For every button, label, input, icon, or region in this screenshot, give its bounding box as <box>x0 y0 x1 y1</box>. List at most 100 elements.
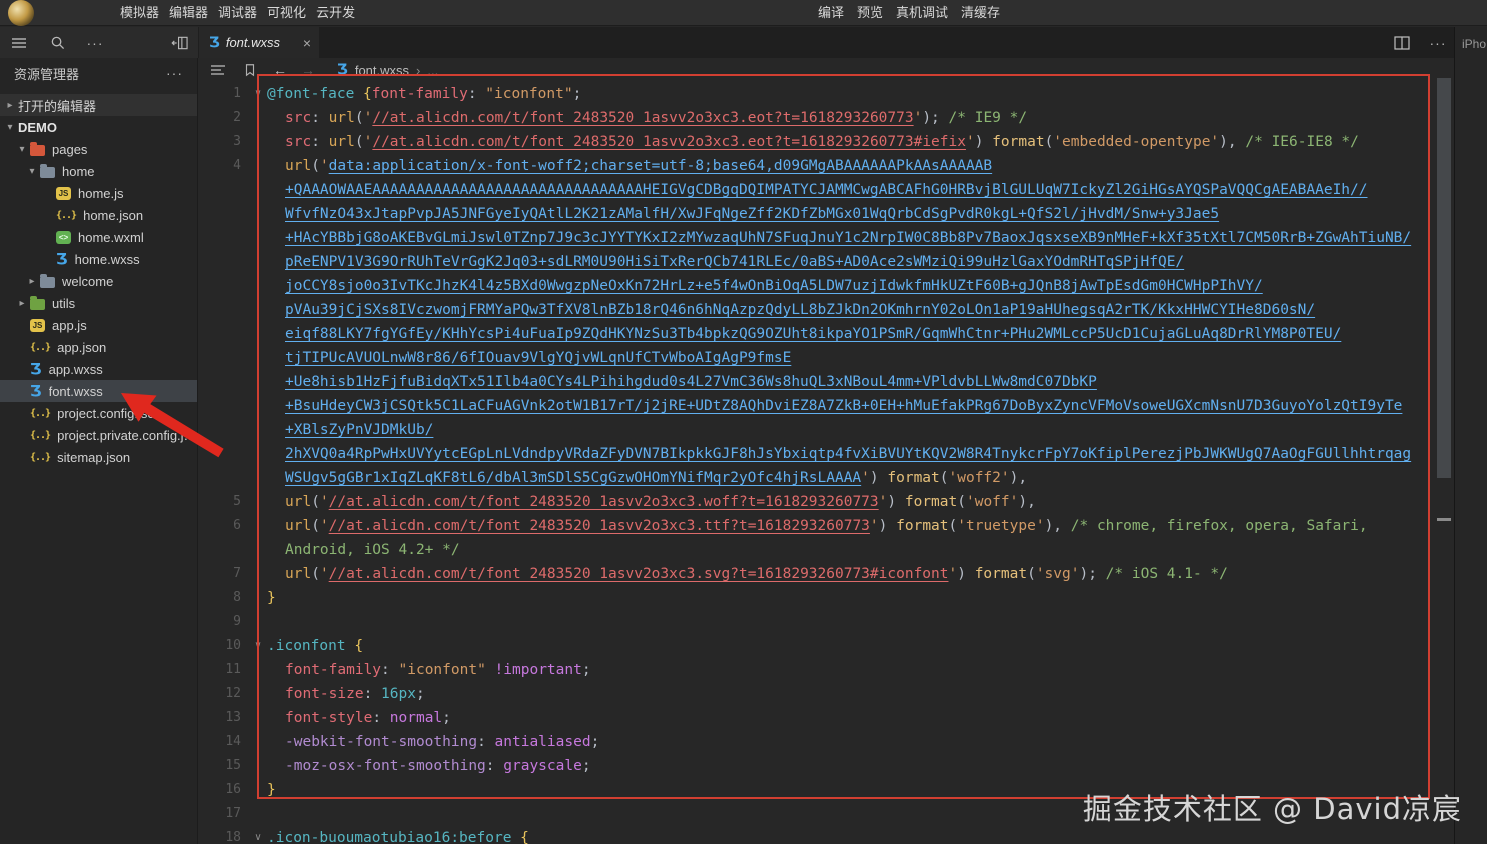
fold-spacer <box>249 538 267 562</box>
tree-item-home.json[interactable]: {..}home.json <box>0 204 197 226</box>
navigate-forward-icon[interactable]: → <box>301 62 315 78</box>
tree-item-welcome[interactable]: ▸welcome <box>0 270 197 292</box>
list-icon[interactable] <box>10 34 28 52</box>
token-lb: +Ue8hisb1HzFjfuBidqXTx51Ilb4a0CYs4LPihih… <box>285 374 1097 390</box>
code-row[interactable]: +Ue8hisb1HzFjfuBidqXTx51Ilb4a0CYs4LPihih… <box>199 370 1454 394</box>
menu-item-模拟器[interactable]: 模拟器 <box>120 0 159 26</box>
code-row[interactable]: 5url('//at.alicdn.com/t/font_2483520_1as… <box>199 490 1454 514</box>
code-row[interactable]: 7url('//at.alicdn.com/t/font_2483520_1as… <box>199 562 1454 586</box>
code-row[interactable]: joCCY8sjo0o3IvTKcJhzK4l4z5BXd0WwgzpNeOxK… <box>199 274 1454 298</box>
code-row[interactable]: 13font-style: normal; <box>199 706 1454 730</box>
tree-item-pages[interactable]: ▾pages <box>0 138 197 160</box>
code-row[interactable]: WfvfNzO43xJtapPvpJA5JNFGyeIyQAtlL2K21zAM… <box>199 202 1454 226</box>
tree-item-app.json[interactable]: {..}app.json <box>0 336 197 358</box>
fold-icon[interactable]: ∨ <box>249 82 267 106</box>
tree-item-打开的编辑器[interactable]: ▸打开的编辑器 <box>0 94 197 116</box>
code-text: +Ue8hisb1HzFjfuBidqXTx51Ilb4a0CYs4LPihih… <box>267 370 1097 394</box>
code-row[interactable]: 10∨.iconfont { <box>199 634 1454 658</box>
code-row[interactable]: +BsuHdeyCW3jCSQtk5C1LaCFuAGVnk2otW1B17rT… <box>199 394 1454 418</box>
menu-item-调试器[interactable]: 调试器 <box>218 0 257 26</box>
code-row[interactable]: 18∨.icon-buoumaotubiao16:before { <box>199 826 1454 844</box>
wxml-file-icon: <> <box>56 231 71 244</box>
code-row[interactable]: 9 <box>199 610 1454 634</box>
code-row[interactable]: 3src: url('//at.alicdn.com/t/font_248352… <box>199 130 1454 154</box>
fold-spacer <box>249 754 267 778</box>
code-editor[interactable]: 1∨@font-face {font-family: "iconfont";2s… <box>199 82 1454 844</box>
tree-item-home.wxml[interactable]: <>home.wxml <box>0 226 197 248</box>
vertical-scrollbar[interactable] <box>1437 78 1451 478</box>
chevron-icon[interactable]: ▸ <box>14 298 30 309</box>
wechat-devtools-window: 模拟器编辑器调试器可视化云开发 编译预览真机调试清缓存 ··· Ʒ font.w… <box>0 0 1487 844</box>
breadcrumb-tail[interactable]: ... <box>427 63 438 78</box>
code-row[interactable]: 11font-family: "iconfont" !important; <box>199 658 1454 682</box>
code-row[interactable]: eiqf88LKY7fgYGfEy/KHhYcsPi4uFuaIp9ZQdHKY… <box>199 322 1454 346</box>
code-row[interactable]: +XBlsZyPnVJDMkUb/ <box>199 418 1454 442</box>
menu-item-真机调试[interactable]: 真机调试 <box>896 0 948 26</box>
token-lb: +HAcYBBbjG8oAKEBvGLmiJswl0TZnp7J9c3cJYYT… <box>285 230 1411 246</box>
menu-item-预览[interactable]: 预览 <box>857 0 883 26</box>
menu-item-编译[interactable]: 编译 <box>818 0 844 26</box>
code-row[interactable]: 2hXVQ0a4RpPwHxUVYytcEGpLnLVdndpyVRdaZFyD… <box>199 442 1454 466</box>
tree-item-app.wxss[interactable]: Ʒapp.wxss <box>0 358 197 380</box>
tree-item-home.js[interactable]: JShome.js <box>0 182 197 204</box>
explorer-more-icon[interactable]: ··· <box>166 64 183 82</box>
code-row[interactable]: pReENPV1V3G9OrRUhTeVrGgK2Jq03+sdLRM0U90H… <box>199 250 1454 274</box>
menu-item-云开发[interactable]: 云开发 <box>316 0 355 26</box>
device-selector-label[interactable]: iPho <box>1462 37 1486 51</box>
code-row[interactable]: tjTIPUcAVUOLnwW8r86/6fIOuav9VlgYQjvWLqnU… <box>199 346 1454 370</box>
chevron-icon[interactable]: ▾ <box>14 144 30 155</box>
explorer-header: 资源管理器 ··· <box>0 58 197 88</box>
code-row[interactable]: +HAcYBBbjG8oAKEBvGLmiJswl0TZnp7J9c3cJYYT… <box>199 226 1454 250</box>
tree-item-project.config.json[interactable]: {..}project.config.json <box>0 402 197 424</box>
chevron-icon[interactable]: ▾ <box>24 166 40 177</box>
code-row[interactable]: 12font-size: 16px; <box>199 682 1454 706</box>
token-pu: ; <box>591 734 600 750</box>
tree-item-utils[interactable]: ▸ utils <box>0 292 197 314</box>
code-row[interactable]: 2src: url('//at.alicdn.com/t/font_248352… <box>199 106 1454 130</box>
code-row[interactable]: pVAu39jCjSXs8IVczwomjFRMYaPQw3TfXV8lnBZb… <box>199 298 1454 322</box>
token-pu: : <box>311 110 328 126</box>
fold-icon[interactable]: ∨ <box>249 826 267 844</box>
code-row[interactable]: 4url('data:application/x-font-woff2;char… <box>199 154 1454 178</box>
more-actions-icon[interactable]: ··· <box>86 34 104 52</box>
chevron-icon[interactable]: ▾ <box>2 122 18 133</box>
code-row[interactable]: 6url('//at.alicdn.com/t/font_2483520_1as… <box>199 514 1454 538</box>
code-row[interactable]: WSUgv5gGBr1xIqZLqKF8tL6/dbAl3mSDlS5CgGzw… <box>199 466 1454 490</box>
line-number <box>199 274 249 298</box>
search-icon[interactable] <box>48 34 66 52</box>
collapse-sidebar-icon[interactable] <box>170 34 188 52</box>
tree-item-app.js[interactable]: JSapp.js <box>0 314 197 336</box>
breadcrumb-file[interactable]: font.wxss <box>355 63 409 78</box>
code-row[interactable]: 15-moz-osx-font-smoothing: grayscale; <box>199 754 1454 778</box>
code-row[interactable]: 1∨@font-face {font-family: "iconfont"; <box>199 82 1454 106</box>
menu-item-编辑器[interactable]: 编辑器 <box>169 0 208 26</box>
navigate-back-icon[interactable]: ← <box>273 62 287 78</box>
tree-item-font.wxss[interactable]: Ʒfont.wxss <box>0 380 197 402</box>
breadcrumb[interactable]: Ʒ font.wxss › ... <box>337 62 438 78</box>
tab-close-icon[interactable]: × <box>303 35 311 51</box>
tree-item-label: utils <box>52 296 75 311</box>
fold-icon[interactable]: ∨ <box>249 634 267 658</box>
line-number: 17 <box>199 802 249 826</box>
tree-item-home[interactable]: ▾home <box>0 160 197 182</box>
menu-item-清缓存[interactable]: 清缓存 <box>961 0 1000 26</box>
editor-more-icon[interactable]: ··· <box>1429 34 1447 52</box>
code-row[interactable]: 14-webkit-font-smoothing: antialiased; <box>199 730 1454 754</box>
split-editor-icon[interactable] <box>1393 34 1411 52</box>
code-row[interactable]: 8} <box>199 586 1454 610</box>
menu-item-可视化[interactable]: 可视化 <box>267 0 306 26</box>
bookmark-icon[interactable] <box>241 61 259 79</box>
code-row[interactable]: Android, iOS 4.2+ */ <box>199 538 1454 562</box>
tree-item-project.private.config.json[interactable]: {..}project.private.config.json <box>0 424 197 446</box>
code-text: src: url('//at.alicdn.com/t/font_2483520… <box>267 130 1359 154</box>
code-row[interactable]: +QAAAOWAAEAAAAAAAAAAAAAAAAAAAAAAAAAAAAAA… <box>199 178 1454 202</box>
tree-item-home.wxss[interactable]: Ʒhome.wxss <box>0 248 197 270</box>
chevron-icon[interactable]: ▸ <box>24 276 40 287</box>
chevron-icon[interactable]: ▸ <box>2 100 18 111</box>
tab-font-wxss[interactable]: Ʒ font.wxss × <box>199 27 319 58</box>
app-logo[interactable] <box>8 0 34 26</box>
tree-item-DEMO[interactable]: ▾DEMO <box>0 116 197 138</box>
tree-item-sitemap.json[interactable]: {..}sitemap.json <box>0 446 197 468</box>
line-number <box>199 322 249 346</box>
outline-icon[interactable] <box>209 61 227 79</box>
